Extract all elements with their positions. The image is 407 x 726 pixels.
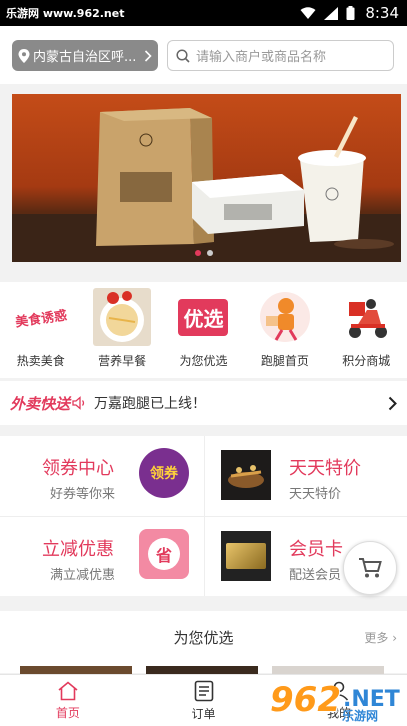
rice-dish-icon bbox=[93, 288, 152, 346]
status-bar: 乐游网 www.962.net 8:34 bbox=[0, 0, 407, 26]
category-label: 为您优选 bbox=[179, 354, 228, 368]
tab-label: 首页 bbox=[55, 705, 80, 720]
category-item-points-mall[interactable]: 积分商城 bbox=[326, 282, 407, 378]
tab-orders[interactable]: 订单 bbox=[136, 675, 272, 726]
speaker-icon bbox=[72, 396, 85, 410]
promo-subtitle: 配送会员 bbox=[289, 568, 342, 583]
promo-discount[interactable]: 立减优惠 满立减优惠 省 bbox=[0, 517, 203, 597]
battery-icon bbox=[346, 6, 355, 20]
food-logo-icon: 美食诱惑 bbox=[11, 288, 70, 346]
promo-title: 立减优惠 bbox=[42, 539, 114, 560]
choice-tag-icon: 优选 bbox=[174, 288, 233, 346]
delivery-scooter-icon bbox=[337, 288, 396, 346]
more-link[interactable]: 更多 › bbox=[364, 629, 397, 646]
carousel-dot[interactable] bbox=[194, 250, 201, 256]
location-selector[interactable]: 内蒙古自治区呼... bbox=[12, 40, 158, 71]
promo-title: 领券中心 bbox=[42, 458, 114, 479]
section-title: 为您优选 bbox=[173, 629, 234, 647]
location-pin-icon bbox=[18, 48, 30, 63]
banner-carousel[interactable] bbox=[12, 94, 401, 262]
search-input[interactable]: 请输入商户或商品名称 bbox=[167, 40, 394, 71]
brand-logo: 外卖快送 bbox=[10, 394, 71, 413]
announcement-text: 万嘉跑腿已上线！ bbox=[94, 396, 206, 412]
coupon-badge-icon: 领券 bbox=[139, 448, 189, 498]
category-label: 积分商城 bbox=[342, 354, 391, 368]
banner-image bbox=[12, 108, 401, 262]
promo-title: 天天特价 bbox=[289, 458, 361, 479]
tab-label: 订单 bbox=[191, 706, 216, 721]
chevron-right-icon: › bbox=[392, 631, 397, 645]
promo-subtitle: 好券等你来 bbox=[50, 487, 116, 502]
header: 内蒙古自治区呼... 请输入商户或商品名称 bbox=[0, 26, 407, 84]
category-item-breakfast[interactable]: 营养早餐 bbox=[81, 282, 162, 378]
site-watermark: 962 .NET 乐游网 bbox=[270, 679, 400, 724]
tab-home[interactable]: 首页 bbox=[0, 675, 136, 726]
save-badge-icon: 省 bbox=[139, 529, 189, 579]
promo-daily-deals[interactable]: 天天特价 天天特价 bbox=[205, 436, 407, 516]
chevron-right-icon[interactable] bbox=[388, 396, 397, 411]
wifi-icon bbox=[300, 6, 316, 19]
category-label: 营养早餐 bbox=[98, 354, 147, 368]
deal-image bbox=[221, 450, 271, 500]
cart-icon bbox=[359, 558, 382, 578]
category-grid: 美食诱惑 热卖美食 营养早餐 优选 为您优选 跑腿首页 积分商城 bbox=[0, 282, 407, 378]
chevron-right-icon bbox=[144, 49, 152, 62]
status-watermark: 乐游网 www.962.net bbox=[6, 7, 125, 20]
promo-title: 会员卡 bbox=[289, 539, 343, 560]
category-label: 跑腿首页 bbox=[260, 354, 309, 368]
clock: 8:34 bbox=[365, 4, 399, 22]
runner-icon bbox=[255, 288, 314, 346]
category-label: 热卖美食 bbox=[16, 354, 65, 368]
order-list-icon bbox=[194, 680, 213, 701]
category-item-errand[interactable]: 跑腿首页 bbox=[244, 282, 325, 378]
promo-subtitle: 满立减优惠 bbox=[50, 568, 116, 583]
category-item-hot-food[interactable]: 美食诱惑 热卖美食 bbox=[0, 282, 81, 378]
recommend-section: 为您优选 更多 › bbox=[0, 611, 407, 673]
signal-icon bbox=[324, 6, 338, 20]
carousel-indicator bbox=[0, 250, 407, 256]
home-icon bbox=[58, 680, 78, 700]
promo-subtitle: 天天特价 bbox=[289, 487, 342, 502]
promo-coupon-center[interactable]: 领券中心 好券等你来 领券 bbox=[0, 436, 203, 516]
category-item-choice[interactable]: 优选 为您优选 bbox=[163, 282, 244, 378]
search-icon bbox=[176, 48, 190, 63]
announcement-bar[interactable]: 外卖快送 万嘉跑腿已上线！ bbox=[0, 381, 407, 425]
carousel-dot[interactable] bbox=[206, 250, 213, 256]
location-label: 内蒙古自治区呼... bbox=[33, 50, 137, 65]
cart-button[interactable] bbox=[343, 541, 397, 595]
vip-card-image bbox=[221, 531, 271, 581]
search-placeholder: 请输入商户或商品名称 bbox=[196, 50, 327, 65]
